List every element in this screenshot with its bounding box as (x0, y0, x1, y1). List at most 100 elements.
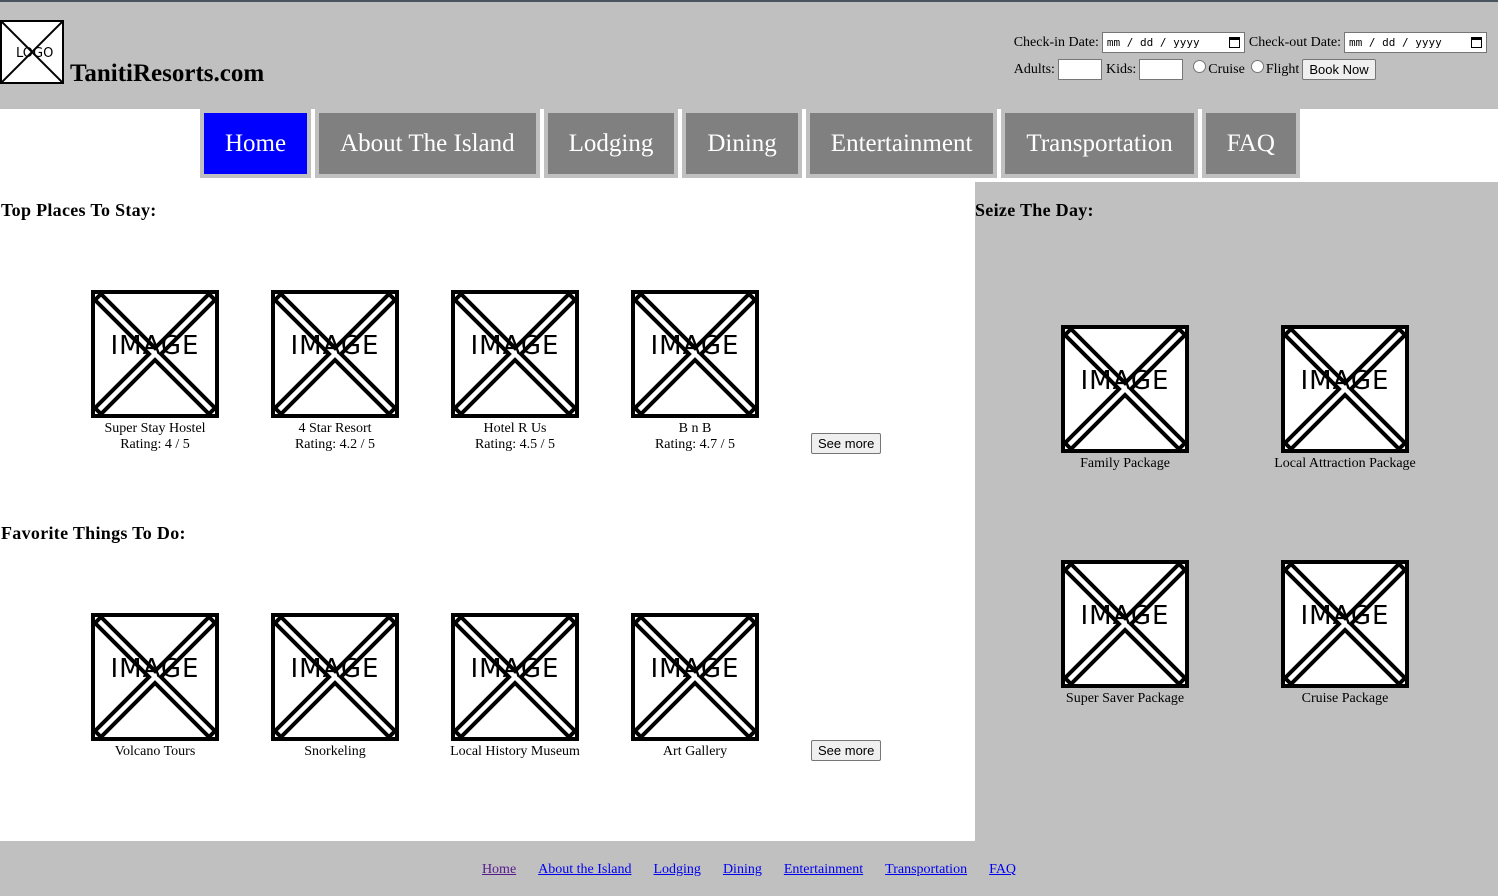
image-placeholder-text: IMAGE (1080, 601, 1170, 631)
nav-entertainment[interactable]: Entertainment (805, 109, 998, 178)
nav-about-label: About The Island (319, 113, 536, 174)
checkout-label: Check-out Date: (1248, 34, 1341, 50)
package-image[interactable]: IMAGE (1281, 325, 1409, 453)
footer-link-about-the-island[interactable]: About the Island (538, 862, 631, 878)
activity-image[interactable]: IMAGE (451, 613, 579, 741)
stay-name: B n B (678, 421, 712, 436)
nav-home[interactable]: Home (200, 109, 312, 178)
nav-dining[interactable]: Dining (682, 109, 802, 178)
nav-home-label: Home (204, 113, 308, 174)
footer-link-entertainment[interactable]: Entertainment (784, 862, 863, 878)
package-name: Cruise Package (1301, 691, 1389, 706)
logo-image: LOGO (0, 20, 64, 84)
stay-image[interactable]: IMAGE (91, 290, 219, 418)
cruise-radio[interactable] (1193, 60, 1207, 73)
nav-entertainment-label: Entertainment (809, 113, 994, 174)
adults-label: Adults: (1013, 61, 1055, 77)
package-image[interactable]: IMAGE (1061, 560, 1189, 688)
stay-card[interactable]: IMAGE 4 Star Resort Rating: 4.2 / 5 (260, 290, 410, 453)
image-placeholder-text: IMAGE (1080, 366, 1170, 396)
flight-label: Flight (1265, 61, 1300, 77)
checkin-placeholder: mm / dd / yyyy (1106, 36, 1200, 49)
book-now-button[interactable]: Book Now (1302, 59, 1376, 80)
stay-rating: Rating: 4 / 5 (120, 437, 190, 452)
activity-name: Volcano Tours (114, 744, 196, 759)
logo-text: LOGO (16, 46, 54, 61)
package-card[interactable]: IMAGE Local Attraction Package (1260, 325, 1430, 472)
stay-card[interactable]: IMAGE B n B Rating: 4.7 / 5 (620, 290, 770, 453)
adults-input[interactable] (1057, 59, 1102, 80)
site-title: TanitiResorts.com (70, 60, 265, 87)
stay-name: 4 Star Resort (298, 421, 372, 436)
activity-image[interactable]: IMAGE (631, 613, 759, 741)
site-footer: Home About the Island Lodging Dining Ent… (0, 841, 1498, 896)
image-placeholder-text: IMAGE (650, 331, 740, 361)
package-image[interactable]: IMAGE (1061, 325, 1189, 453)
stay-name: Hotel R Us (483, 421, 547, 436)
kids-input[interactable] (1139, 59, 1184, 80)
booking-form: Check-in Date: mm / dd / yyyy Check-out … (1014, 30, 1487, 84)
nav-faq-label: FAQ (1205, 113, 1296, 174)
stay-image[interactable]: IMAGE (271, 290, 399, 418)
activity-image[interactable]: IMAGE (271, 613, 399, 741)
cruise-label: Cruise (1208, 61, 1245, 77)
stay-rating: Rating: 4.5 / 5 (474, 437, 556, 452)
footer-link-home[interactable]: Home (482, 862, 516, 878)
nav-faq[interactable]: FAQ (1201, 109, 1300, 178)
things-heading: Favorite Things To Do: (1, 523, 186, 543)
checkout-date-input[interactable]: mm / dd / yyyy (1344, 32, 1487, 53)
activity-name: Local History Museum (450, 744, 580, 759)
image-placeholder-text: IMAGE (110, 331, 200, 361)
nav-dining-label: Dining (686, 113, 798, 174)
image-placeholder-text: IMAGE (1300, 601, 1390, 631)
image-placeholder-text: IMAGE (650, 654, 740, 684)
package-image[interactable]: IMAGE (1281, 560, 1409, 688)
activity-card[interactable]: IMAGE Volcano Tours (80, 613, 230, 760)
activity-image[interactable]: IMAGE (91, 613, 219, 741)
stays-see-more-button[interactable]: See more (811, 433, 882, 454)
image-placeholder-text: IMAGE (470, 654, 560, 684)
things-see-more-button[interactable]: See more (811, 740, 882, 761)
image-placeholder-text: IMAGE (470, 331, 560, 361)
image-placeholder-text: IMAGE (110, 654, 200, 684)
stay-rating: Rating: 4.7 / 5 (654, 437, 736, 452)
footer-link-transportation[interactable]: Transportation (885, 862, 967, 878)
footer-link-faq[interactable]: FAQ (989, 862, 1016, 878)
nav-transportation[interactable]: Transportation (1001, 109, 1198, 178)
package-name: Family Package (1080, 456, 1170, 471)
flight-radio[interactable] (1250, 60, 1264, 73)
stay-card[interactable]: IMAGE Super Stay Hostel Rating: 4 / 5 (80, 290, 230, 453)
activity-name: Snorkeling (304, 744, 366, 759)
image-placeholder-text: IMAGE (290, 331, 380, 361)
stay-card[interactable]: IMAGE Hotel R Us Rating: 4.5 / 5 (440, 290, 590, 453)
checkin-label: Check-in Date: (1013, 34, 1099, 50)
image-placeholder-text: IMAGE (290, 654, 380, 684)
activity-card[interactable]: IMAGE Art Gallery (620, 613, 770, 760)
stay-name: Super Stay Hostel (104, 421, 206, 436)
package-card[interactable]: IMAGE Cruise Package (1270, 560, 1420, 707)
nav-lodging-label: Lodging (547, 113, 675, 174)
nav-transportation-label: Transportation (1005, 113, 1194, 174)
image-placeholder-text: IMAGE (1300, 366, 1390, 396)
stays-heading: Top Places To Stay: (1, 200, 157, 220)
stay-rating: Rating: 4.2 / 5 (294, 437, 376, 452)
checkout-placeholder: mm / dd / yyyy (1349, 36, 1442, 49)
package-card[interactable]: IMAGE Super Saver Package (1050, 560, 1200, 707)
nav-about-the-island[interactable]: About The Island (315, 109, 540, 178)
package-name: Local Attraction Package (1274, 456, 1416, 471)
calendar-icon[interactable] (1228, 37, 1240, 48)
package-card[interactable]: IMAGE Family Package (1050, 325, 1200, 472)
kids-label: Kids: (1105, 61, 1137, 77)
calendar-icon[interactable] (1471, 37, 1482, 48)
nav-lodging[interactable]: Lodging (543, 109, 679, 178)
packages-heading: Seize The Day: (975, 200, 1094, 220)
stay-image[interactable]: IMAGE (451, 290, 579, 418)
checkin-date-input[interactable]: mm / dd / yyyy (1101, 32, 1245, 53)
activity-card[interactable]: IMAGE Local History Museum (440, 613, 590, 760)
activity-name: Art Gallery (662, 744, 728, 759)
footer-link-dining[interactable]: Dining (723, 862, 762, 878)
footer-link-lodging[interactable]: Lodging (653, 862, 700, 878)
site-header: LOGO TanitiResorts.com Check-in Date: mm… (0, 2, 1498, 109)
activity-card[interactable]: IMAGE Snorkeling (260, 613, 410, 760)
stay-image[interactable]: IMAGE (631, 290, 759, 418)
